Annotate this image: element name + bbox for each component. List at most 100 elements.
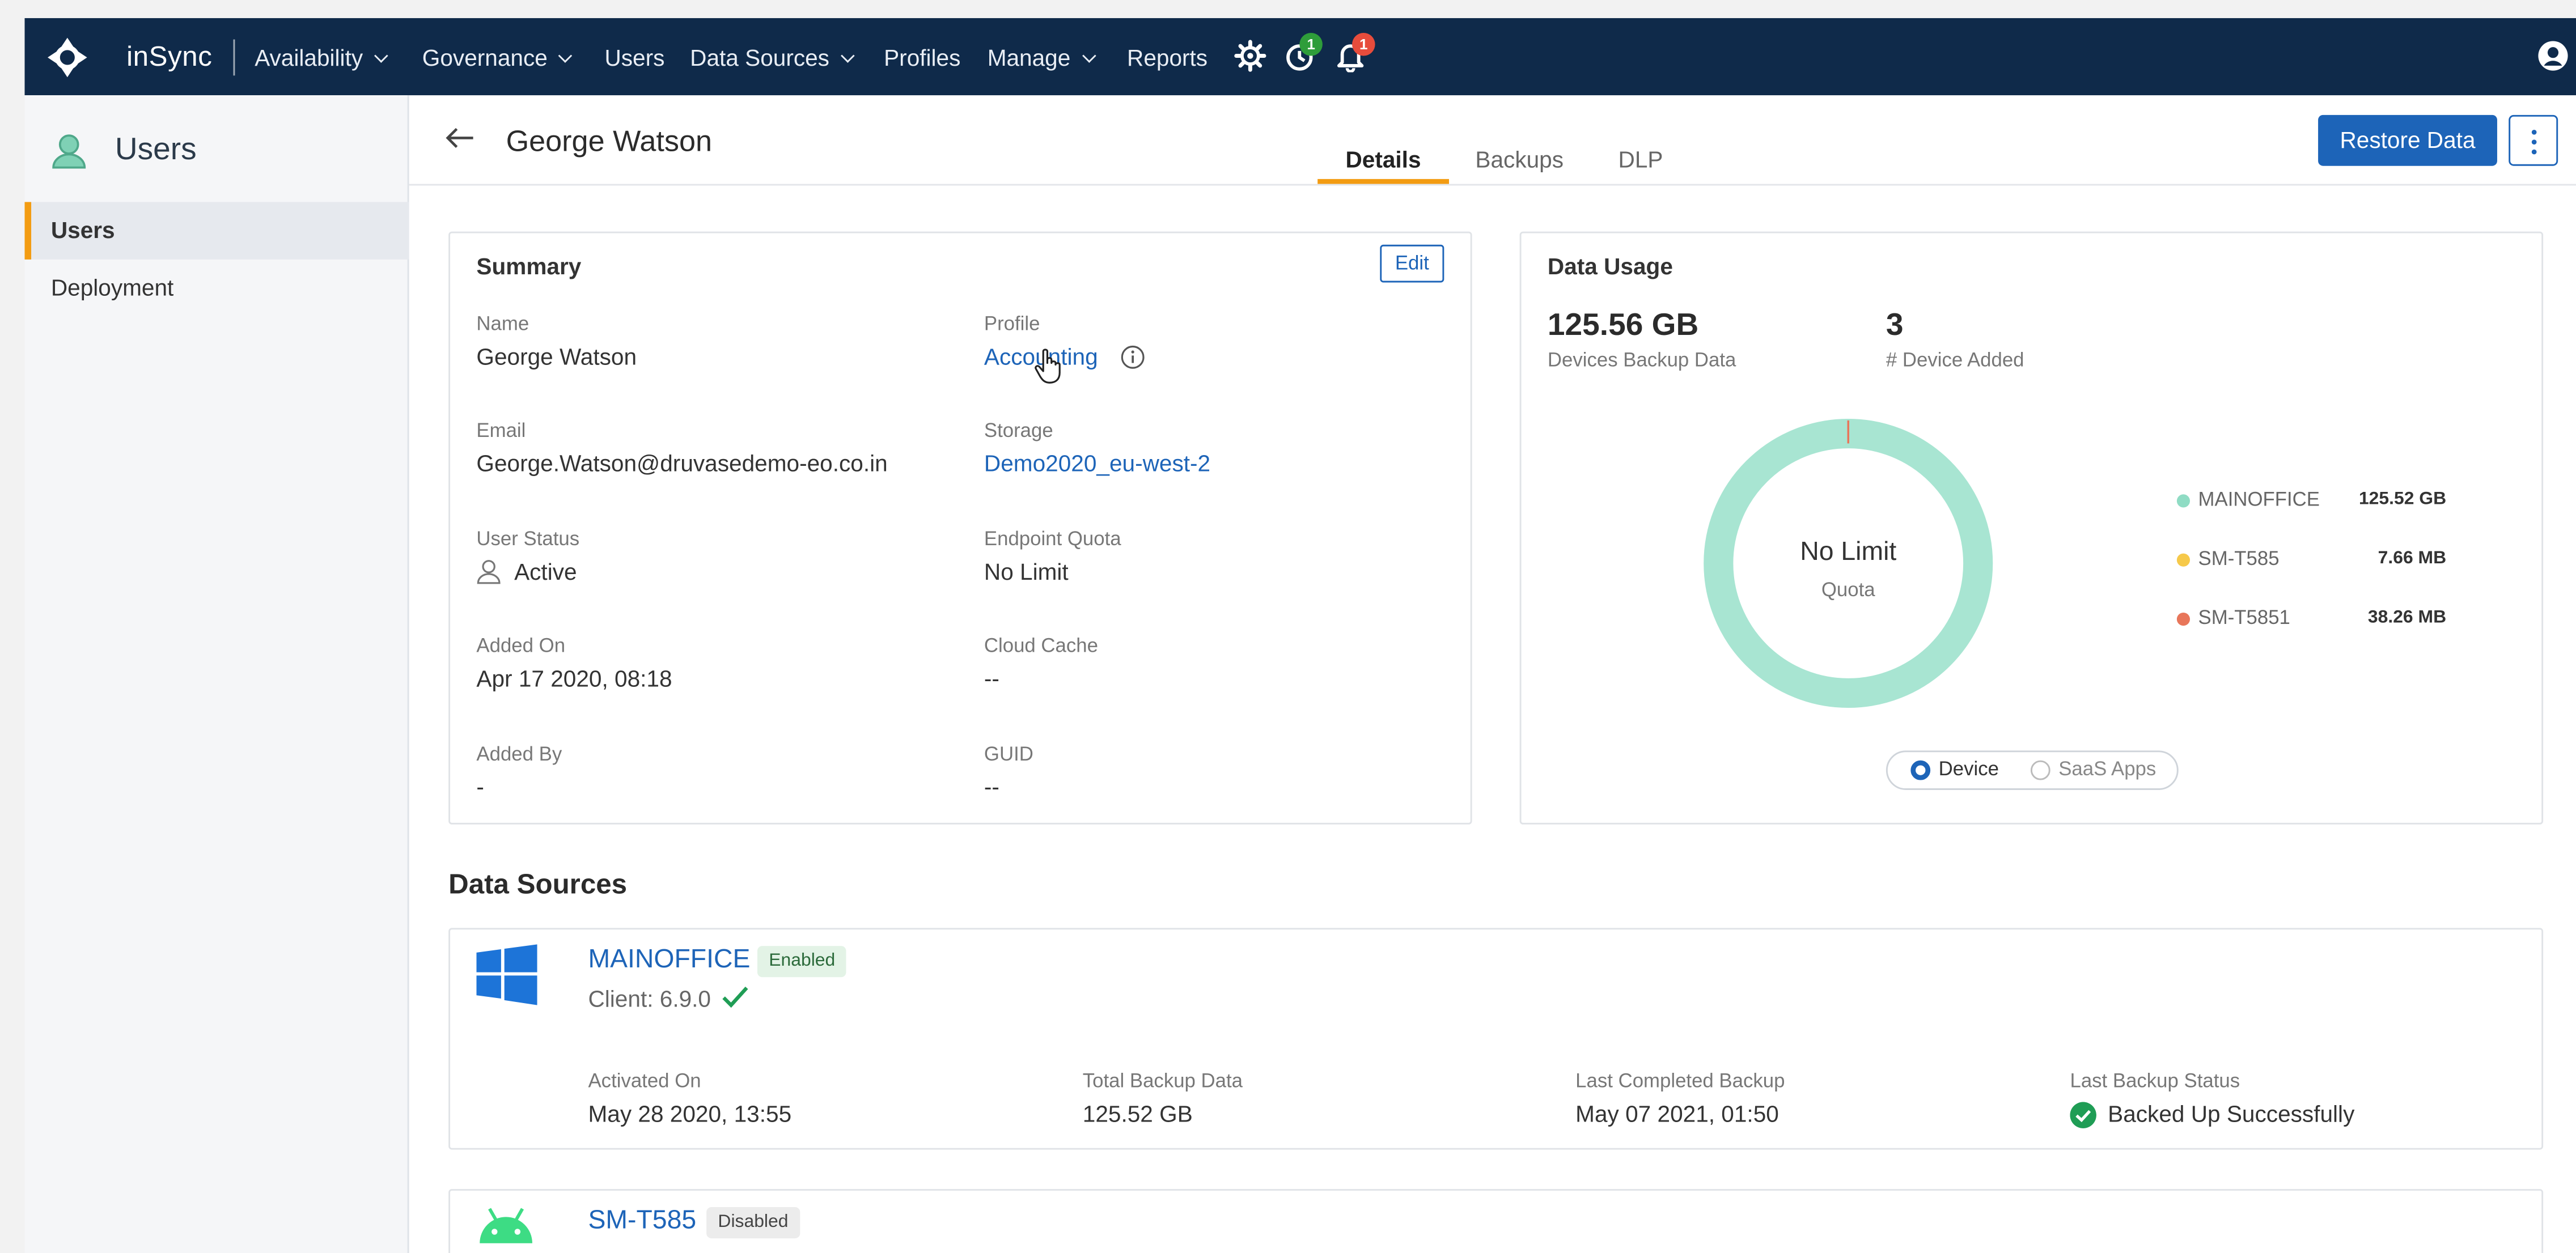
added-on-label: Added On (476, 634, 566, 657)
nav-label: Manage (987, 44, 1071, 71)
last-completed-value: May 07 2021, 01:50 (1575, 1100, 1779, 1127)
nav-governance[interactable]: Governance (422, 44, 573, 71)
windows-icon (476, 944, 537, 1005)
data-sources-title: Data Sources (448, 869, 628, 901)
person-icon (477, 560, 501, 584)
storage-label: Storage (984, 418, 1053, 442)
name-label: Name (476, 312, 529, 335)
devices-added-label: # Device Added (1886, 348, 2024, 371)
header-divider (409, 184, 2576, 186)
tab-backups[interactable]: Backups (1475, 146, 1564, 172)
chevron-down-icon (558, 49, 573, 63)
restore-data-button[interactable]: Restore Data (2318, 114, 2497, 166)
device-radio[interactable] (1910, 760, 1931, 780)
nav-manage[interactable]: Manage (987, 44, 1096, 71)
activated-on-value: May 28 2020, 13:55 (588, 1100, 792, 1127)
nav-label: Reports (1127, 44, 1208, 71)
last-backup-status-value: Backed Up Successfully (2108, 1100, 2355, 1127)
nav-availability[interactable]: Availability (255, 44, 388, 71)
info-icon[interactable] (1120, 345, 1145, 369)
brand-name[interactable]: inSync (126, 41, 212, 74)
page-title: George Watson (506, 125, 713, 158)
users-icon (52, 134, 86, 169)
user-profile-icon[interactable] (2537, 40, 2570, 73)
data-source-name[interactable]: MAINOFFICE (588, 946, 750, 975)
endpoint-quota-label: Endpoint Quota (984, 527, 1121, 550)
gear-icon[interactable] (1234, 40, 1266, 73)
sidebar-title: Users (115, 133, 197, 168)
added-on-value: Apr 17 2020, 08:18 (476, 665, 672, 692)
summary-card (448, 231, 1472, 825)
nav-profiles[interactable]: Profiles (884, 44, 960, 70)
endpoint-quota-value: No Limit (984, 558, 1069, 585)
legend-dot-sm-t5851 (2176, 612, 2191, 626)
saas-apps-radio-label[interactable]: SaaS Apps (2058, 757, 2156, 780)
nav-label: Availability (255, 44, 363, 71)
guid-label: GUID (984, 742, 1033, 766)
legend-dot-sm-t585 (2176, 553, 2191, 567)
saas-apps-radio[interactable] (2030, 760, 2050, 780)
legend-name-sm-t585: SM-T585 (2198, 547, 2280, 570)
backup-data-label: Devices Backup Data (1547, 348, 1736, 371)
chevron-down-icon (840, 49, 855, 63)
cloud-cache-value: -- (984, 665, 999, 692)
nav-label: Users (604, 44, 665, 71)
android-icon (480, 1208, 532, 1243)
status-badge: Enabled (757, 946, 847, 978)
tab-details[interactable]: Details (1345, 146, 1421, 172)
cloud-cache-label: Cloud Cache (984, 634, 1098, 657)
bell-badge: 1 (1352, 32, 1375, 56)
legend-value-sm-t585: 7.66 MB (2378, 548, 2447, 568)
nav-label: Governance (422, 44, 548, 71)
legend-dot-mainoffice (2176, 494, 2191, 508)
user-status-value: Active (514, 558, 577, 585)
email-value: George.Watson@druvasedemo-eo.co.in (476, 450, 888, 477)
clock-badge: 1 (1299, 32, 1323, 56)
chevron-down-icon (374, 49, 388, 63)
kebab-dot (2531, 139, 2537, 145)
insync-logo-icon[interactable] (46, 36, 88, 79)
profile-label: Profile (984, 312, 1040, 335)
total-backup-label: Total Backup Data (1082, 1069, 1243, 1093)
edit-button[interactable]: Edit (1380, 244, 1444, 283)
backup-data-value: 125.56 GB (1547, 308, 1699, 343)
added-by-label: Added By (476, 742, 562, 766)
legend-name-sm-t5851: SM-T5851 (2198, 606, 2290, 629)
active-tab-indicator (1317, 179, 1450, 184)
total-backup-value: 125.52 GB (1082, 1100, 1193, 1127)
sidebar: Users Users Deployment (24, 95, 409, 1253)
summary-title: Summary (476, 253, 582, 279)
guid-value: -- (984, 773, 999, 800)
donut-center-text: No Limit (1800, 538, 1897, 567)
hand-cursor-icon (1035, 349, 1061, 384)
client-version: Client: 6.9.0 (588, 985, 711, 1012)
added-by-value: - (476, 773, 484, 800)
status-badge: Disabled (706, 1207, 800, 1239)
kebab-dot (2531, 129, 2537, 135)
check-icon (722, 987, 748, 1008)
data-source-name[interactable]: SM-T585 (588, 1207, 696, 1237)
legend-value-sm-t5851: 38.26 MB (2367, 608, 2447, 628)
user-status-label: User Status (476, 527, 580, 550)
nav-label: Data Sources (690, 44, 829, 71)
app-window: inSync Availability Governance Users Dat… (24, 18, 2576, 1253)
activated-on-label: Activated On (588, 1069, 701, 1093)
storage-link[interactable]: Demo2020_eu-west-2 (984, 450, 1210, 476)
email-label: Email (476, 418, 526, 442)
nav-data-sources[interactable]: Data Sources (690, 44, 855, 71)
success-check-icon (2070, 1102, 2096, 1128)
donut-center-subtext: Quota (1821, 578, 1875, 601)
more-options-button[interactable] (2509, 114, 2558, 166)
sidebar-item-users[interactable]: Users (24, 202, 409, 260)
last-completed-label: Last Completed Backup (1575, 1069, 1785, 1093)
nav-reports[interactable]: Reports (1127, 44, 1208, 70)
tab-dlp[interactable]: DLP (1619, 146, 1663, 172)
nav-label: Profiles (884, 44, 961, 71)
nav-users[interactable]: Users (604, 44, 664, 70)
device-radio-label[interactable]: Device (1939, 757, 1999, 780)
kebab-dot (2531, 149, 2537, 155)
data-usage-title: Data Usage (1547, 253, 1673, 279)
back-arrow-icon[interactable] (445, 126, 474, 150)
sidebar-item-deployment[interactable]: Deployment (24, 260, 409, 317)
name-value: George Watson (476, 343, 637, 370)
